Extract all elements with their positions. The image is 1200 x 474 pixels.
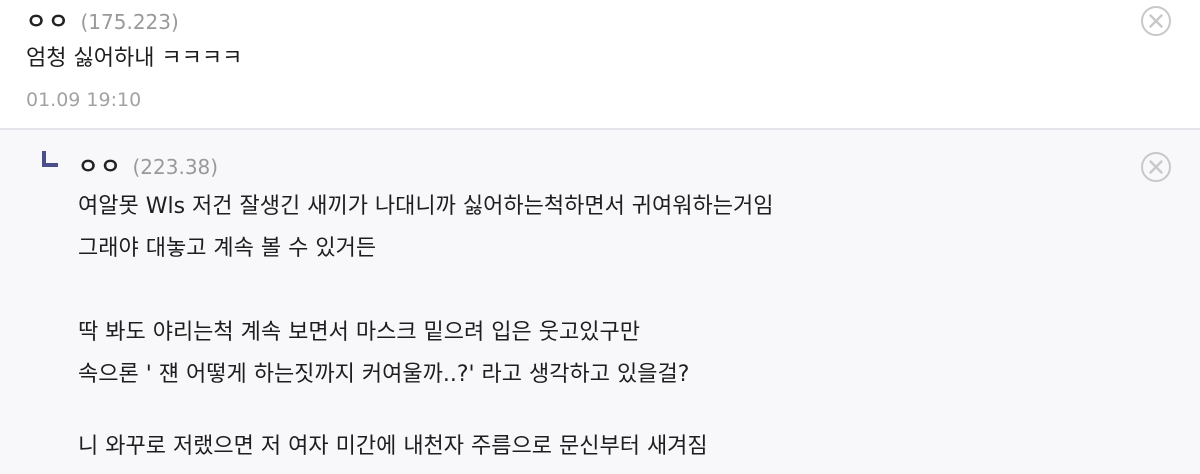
reply-item: [0, 130, 1200, 474]
reply-line: 속으론 ' 쟨 어떻게 하는짓까지 커여울까..?' 라고 생각하고 있을걸?: [78, 362, 690, 387]
delete-reply-button[interactable]: [1140, 151, 1172, 183]
reply-ip: (223.38): [132, 155, 219, 179]
reply-line: 여알못 Wls 저건 잘생긴 새끼가 나대니까 싫어하는척하면서 귀여워하는거임: [78, 194, 774, 219]
reply-line: 니 와꾸로 저랬으면 저 여자 미간에 내천자 주름으로 문신부터 새겨짐: [78, 434, 708, 459]
comment-date: 01.09 19:10: [26, 89, 142, 111]
circle-x-icon: [1141, 152, 1171, 182]
reply-author: ㅇㅇ (223.38): [78, 149, 218, 181]
reply-nickname[interactable]: ㅇㅇ: [78, 149, 122, 181]
comment-item: ㅇㅇ (175.223) 엄청 싫어하내 ㅋㅋㅋㅋ 01.09 19:10: [0, 0, 1200, 128]
comment-author: ㅇㅇ (175.223): [26, 4, 179, 36]
comment-ip: (175.223): [80, 10, 179, 34]
reply-arrow-icon: [42, 151, 58, 167]
circle-x-icon: [1141, 6, 1171, 36]
comment-nickname[interactable]: ㅇㅇ: [26, 4, 70, 36]
delete-comment-button[interactable]: [1140, 5, 1172, 37]
reply-line: 딱 봐도 야리는척 계속 보면서 마스크 밑으려 입은 웃고있구만: [78, 320, 640, 345]
reply-line: 그래야 대놓고 계속 볼 수 있거든: [78, 236, 377, 261]
comment-text: 엄청 싫어하내 ㅋㅋㅋㅋ: [26, 46, 243, 71]
